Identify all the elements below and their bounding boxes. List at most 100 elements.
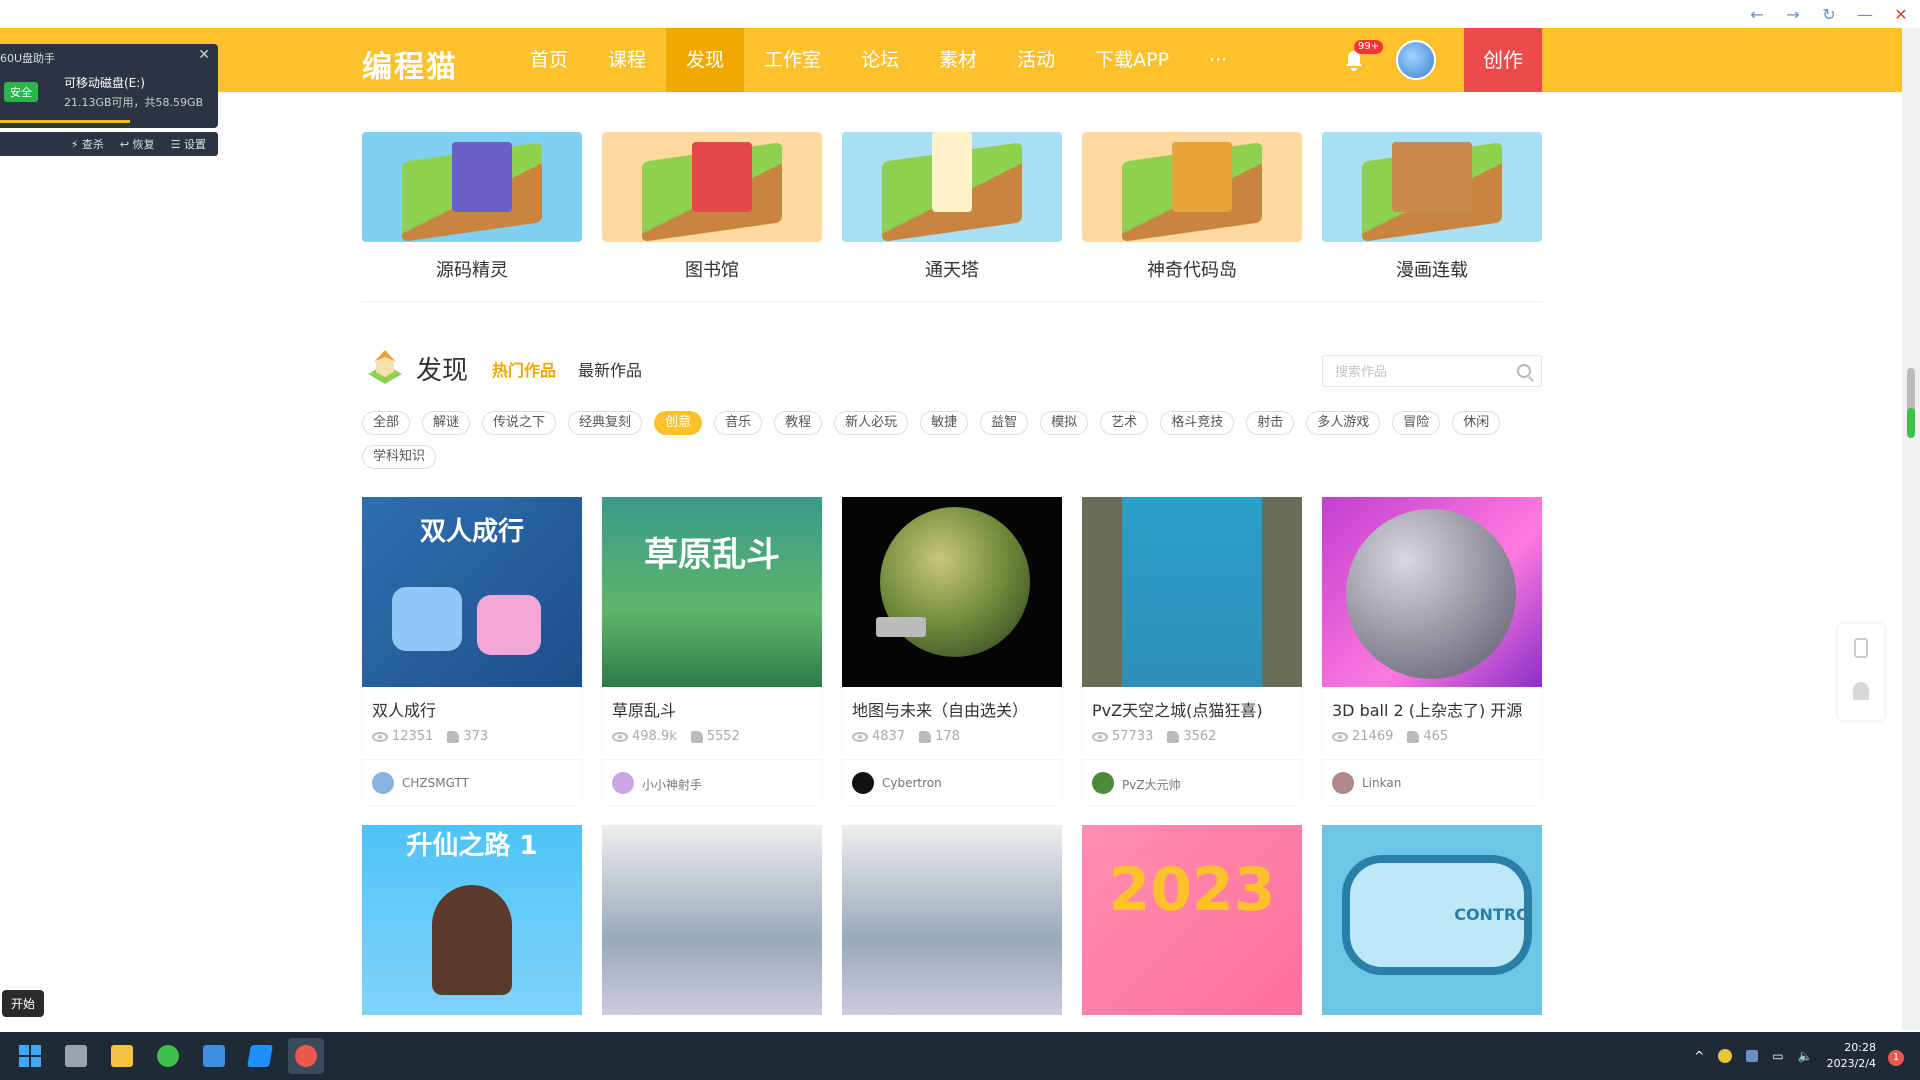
tag-adventure[interactable]: 冒险 (1392, 411, 1441, 435)
feature-comics[interactable]: 漫画连载 (1322, 132, 1542, 301)
usb-action-scan[interactable]: ⚡ 查杀 (71, 136, 104, 152)
author-name[interactable]: Cybertron (882, 776, 942, 790)
bell-icon[interactable] (1853, 682, 1869, 700)
notification-center-badge[interactable]: 1 (1888, 1050, 1904, 1066)
forward-icon[interactable]: → (1782, 5, 1804, 24)
tag-agility[interactable]: 敏捷 (920, 411, 969, 435)
work-card[interactable]: 双人成行 双人成行 12351 373 CHZSMGTT (362, 497, 582, 805)
tag-puzzle[interactable]: 解谜 (422, 411, 471, 435)
usb-usage-bar (0, 120, 130, 123)
tag-art[interactable]: 艺术 (1100, 411, 1149, 435)
usb-action-settings[interactable]: ☰ 设置 (171, 136, 206, 152)
app-window-icon[interactable] (196, 1038, 232, 1074)
close-icon[interactable]: ✕ (1890, 5, 1912, 24)
view-count: 4837 (852, 729, 905, 744)
nav-item-home[interactable]: 首页 (510, 28, 588, 92)
nav-item-materials[interactable]: 素材 (919, 28, 997, 92)
feature-code-island[interactable]: 神奇代码岛 (1082, 132, 1302, 301)
refresh-icon[interactable]: ↻ (1818, 5, 1840, 24)
work-card[interactable]: 3D ball 2 (上杂志了) 开源 21469 465 Linkan (1322, 497, 1542, 805)
tag-all[interactable]: 全部 (362, 411, 411, 435)
nav-item-courses[interactable]: 课程 (588, 28, 666, 92)
volume-muted-icon[interactable]: 🔈 (1798, 1049, 1813, 1063)
phone-icon[interactable] (1854, 638, 1868, 658)
tag-music[interactable]: 音乐 (714, 411, 763, 435)
thumbs-up-icon (1167, 730, 1180, 743)
eye-icon (1332, 731, 1348, 742)
work-title: 草原乱斗 (612, 701, 677, 720)
network-icon[interactable]: ▭ (1772, 1049, 1783, 1063)
work-card-thumbnail[interactable]: 升仙之路 1 (362, 825, 582, 1015)
taskbar-clock[interactable]: 20:28 2023/2/4 (1827, 1040, 1876, 1072)
nav-item-studio[interactable]: 工作室 (744, 28, 841, 92)
tag-multiplayer[interactable]: 多人游戏 (1306, 411, 1381, 435)
back-icon[interactable]: ← (1746, 5, 1768, 24)
search-icon[interactable] (1517, 364, 1531, 378)
usb-close-icon[interactable]: ✕ (198, 47, 210, 63)
author-name[interactable]: 小小神射手 (642, 776, 702, 793)
user-avatar[interactable] (1396, 40, 1436, 80)
author-avatar[interactable] (852, 772, 874, 794)
work-card-thumbnail[interactable]: 2023 (1082, 825, 1302, 1015)
work-card-thumbnail[interactable] (842, 825, 1062, 1015)
tag-brain[interactable]: 益智 (980, 411, 1029, 435)
tab-hot-works[interactable]: 热门作品 (492, 357, 556, 381)
view-count-value: 57733 (1112, 729, 1154, 744)
tag-fighting[interactable]: 格斗竞技 (1160, 411, 1235, 435)
tag-classic-remake[interactable]: 经典复刻 (568, 411, 643, 435)
author-avatar[interactable] (1092, 772, 1114, 794)
tab-new-works[interactable]: 最新作品 (578, 357, 642, 381)
usb-action-restore[interactable]: ↩ 恢复 (120, 136, 155, 152)
tray-app-icon[interactable] (1746, 1050, 1759, 1062)
author-name[interactable]: Linkan (1362, 776, 1401, 790)
feature-label: 神奇代码岛 (1147, 260, 1237, 281)
nav-item-discover[interactable]: 发现 (666, 28, 745, 92)
tag-tutorial[interactable]: 教程 (774, 411, 823, 435)
tag-newbie[interactable]: 新人必玩 (834, 411, 909, 435)
site-logo[interactable]: 编程猫 (362, 42, 458, 86)
work-card-thumbnail[interactable] (602, 825, 822, 1015)
nav-item-download-app[interactable]: 下载APP (1075, 28, 1189, 92)
feature-label: 图书馆 (685, 260, 739, 281)
work-title: PvZ天空之城(点猫狂喜) (1092, 701, 1263, 720)
feature-library[interactable]: 图书馆 (602, 132, 822, 301)
work-card[interactable]: 地图与未来（自由选关） 4837 178 Cybertron (842, 497, 1062, 805)
author-avatar[interactable] (1332, 772, 1354, 794)
feature-tower[interactable]: 通天塔 (842, 132, 1062, 301)
tag-shooting[interactable]: 射击 (1246, 411, 1295, 435)
tray-360-icon[interactable] (1718, 1049, 1733, 1063)
tray-expand-icon[interactable]: ^ (1694, 1049, 1704, 1063)
codemao-app-icon[interactable] (288, 1038, 324, 1074)
feature-tower-shape (932, 132, 972, 212)
work-thumbnail: 草原乱斗 (602, 497, 822, 687)
author-name[interactable]: PvZ大元帅 (1122, 776, 1181, 793)
nav-item-forum[interactable]: 论坛 (841, 28, 919, 92)
blue-block (392, 587, 462, 651)
window-controls: ← → ↻ — ✕ (1746, 0, 1912, 28)
file-explorer-icon[interactable] (104, 1038, 140, 1074)
work-card-thumbnail[interactable]: CONTRO (1322, 825, 1542, 1015)
tag-creative[interactable]: 创意 (654, 411, 703, 435)
tag-casual[interactable]: 休闲 (1452, 411, 1501, 435)
browser-360-icon[interactable] (150, 1038, 186, 1074)
tag-undertale[interactable]: 传说之下 (482, 411, 557, 435)
like-count: 373 (447, 729, 488, 744)
nav-item-events[interactable]: 活动 (997, 28, 1075, 92)
feishu-icon[interactable] (242, 1038, 278, 1074)
tag-simulation[interactable]: 模拟 (1040, 411, 1089, 435)
vertical-scrollbar[interactable] (1902, 28, 1920, 1030)
task-view-icon[interactable] (58, 1038, 94, 1074)
author-avatar[interactable] (372, 772, 394, 794)
feature-source-sprite[interactable]: 源码精灵 (362, 132, 582, 301)
create-button[interactable]: 创作 (1464, 28, 1542, 92)
work-card[interactable]: PvZ天空之城(点猫狂喜) 57733 3562 PvZ大元帅 (1082, 497, 1302, 805)
nav-item-more[interactable]: ··· (1189, 28, 1247, 92)
author-name[interactable]: CHZSMGTT (402, 776, 469, 790)
windows-start-icon[interactable] (12, 1038, 48, 1074)
work-card[interactable]: 草原乱斗 草原乱斗 498.9k 5552 小小神射手 (602, 497, 822, 805)
author-avatar[interactable] (612, 772, 634, 794)
notification-bell-icon[interactable]: 99+ (1342, 40, 1384, 72)
tag-subject-knowledge[interactable]: 学科知识 (362, 445, 437, 469)
minimize-icon[interactable]: — (1854, 5, 1876, 24)
search-input[interactable] (1323, 356, 1503, 386)
